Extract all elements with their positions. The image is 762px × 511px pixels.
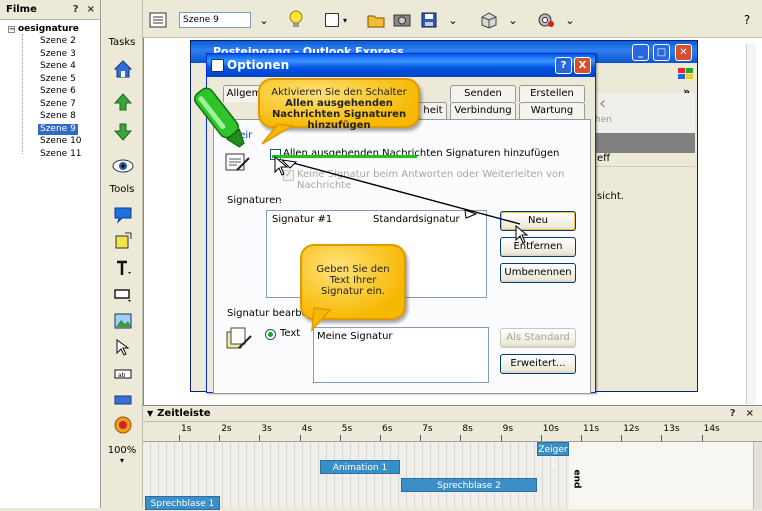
pointer-line bbox=[281, 159, 521, 225]
ruler-tick bbox=[661, 435, 663, 441]
ruler-tick bbox=[540, 435, 542, 441]
timeline-header: ▼ Zeitleiste ? × bbox=[143, 406, 762, 422]
timeline-end-region: end bbox=[569, 442, 753, 509]
ruler-tick bbox=[299, 435, 301, 441]
ruler-tick bbox=[380, 435, 381, 441]
ruler-tick bbox=[179, 435, 180, 441]
close-icon[interactable]: × bbox=[746, 408, 754, 419]
ruler-tick-label: 3s bbox=[261, 424, 272, 434]
mouse-cursor-new bbox=[515, 224, 529, 244]
collapse-icon[interactable]: ▼ bbox=[147, 409, 153, 418]
ruler-tick-label: 4s bbox=[301, 424, 313, 434]
ruler-tick-label: 9s bbox=[502, 424, 514, 434]
timeline-bar-sprechblase-2[interactable]: Sprechblase 2 bbox=[401, 478, 537, 492]
ruler-tick bbox=[500, 435, 502, 441]
callout-tail bbox=[311, 307, 332, 333]
ruler-tick-label: 1s bbox=[181, 424, 192, 434]
ruler-tick-label: 6s bbox=[382, 424, 393, 434]
timeline-end-label: end bbox=[571, 469, 582, 489]
timeline: ▼ Zeitleiste ? × 1s 2s 3s 4s 5s 6s 7s 8s 9s 10s 11… bbox=[143, 405, 762, 510]
ruler-tick bbox=[339, 435, 341, 441]
ruler-tick bbox=[420, 435, 422, 441]
ruler-tick-label: 10s bbox=[542, 424, 559, 434]
ruler-tick bbox=[219, 435, 221, 441]
timeline-scrollbar[interactable] bbox=[753, 442, 762, 509]
timeline-tracks: Animation 1 Sprechblase 2 Sprechblase 1 … bbox=[143, 442, 753, 510]
help-icon[interactable]: ? bbox=[730, 408, 736, 419]
callout-top-prefix: Aktivieren Sie den Schalter bbox=[271, 87, 407, 98]
callout-tail bbox=[261, 123, 295, 145]
ruler-tick bbox=[621, 435, 623, 441]
ruler-tick-label: 2s bbox=[221, 424, 232, 434]
timeline-title: Zeitleiste bbox=[157, 408, 211, 419]
timeline-bar-animation-1[interactable]: Animation 1 bbox=[320, 460, 400, 474]
ruler-tick-label: 5s bbox=[341, 424, 353, 434]
ruler-tick bbox=[701, 435, 703, 441]
ruler-tick bbox=[460, 435, 462, 441]
ruler-tick-label: 11s bbox=[583, 424, 600, 434]
ruler-tick-label: 8s bbox=[462, 424, 473, 434]
ruler-tick-label: 7s bbox=[422, 424, 433, 434]
timeline-ruler[interactable]: 1s 2s 3s 4s 5s 6s 7s 8s 9s 10s 11s 12s 13s 14s bbox=[143, 422, 762, 442]
ruler-tick bbox=[581, 435, 582, 441]
ruler-tick-label: 13s bbox=[663, 424, 680, 434]
ruler-tick-label: 12s bbox=[623, 424, 640, 434]
ruler-tick-label: 14s bbox=[703, 424, 720, 434]
ruler-tick bbox=[259, 435, 261, 441]
timeline-bar-zeiger-1[interactable]: Zeiger 1 bbox=[537, 442, 569, 469]
